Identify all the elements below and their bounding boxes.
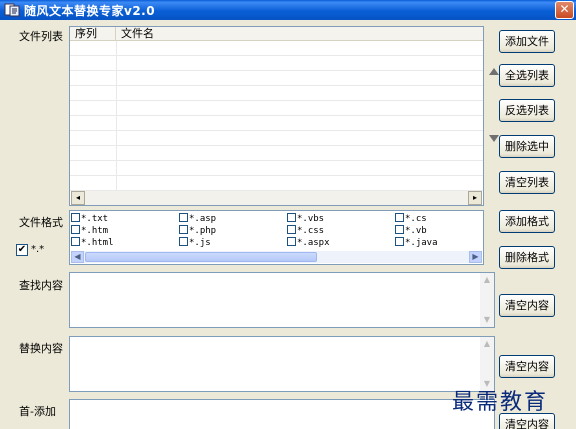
column-divider: [116, 41, 117, 191]
format-checkbox-css[interactable]: *.css: [287, 225, 324, 236]
format-checkbox-asp[interactable]: *.asp: [179, 213, 216, 224]
scroll-left-icon[interactable]: ◂: [71, 191, 85, 205]
format-checkbox-vbs[interactable]: *.vbs: [287, 213, 324, 224]
file-list[interactable]: 序列 文件名 ◂ ▸: [69, 26, 484, 206]
title-bar: 随风文本替换专家v2.0 ✕: [0, 0, 576, 20]
select-all-button[interactable]: 全选列表: [499, 64, 555, 87]
column-header-filename[interactable]: 文件名: [116, 27, 483, 41]
clear-list-button[interactable]: 清空列表: [499, 171, 555, 194]
find-textarea[interactable]: ▲ ▼: [69, 272, 495, 328]
checkbox-icon: [287, 237, 296, 246]
checkbox-icon: [179, 225, 188, 234]
clear-find-button[interactable]: 清空内容: [499, 294, 555, 317]
checkbox-icon: [71, 225, 80, 234]
find-scrollbar[interactable]: ▲ ▼: [480, 273, 494, 327]
format-checklist[interactable]: *.txt *.asp *.vbs *.cs *.htm *.php *.css…: [69, 210, 484, 265]
scroll-thumb[interactable]: [85, 252, 317, 262]
delete-format-button[interactable]: 删除格式: [499, 246, 555, 269]
invert-selection-button[interactable]: 反选列表: [499, 99, 555, 122]
add-file-button[interactable]: 添加文件: [499, 30, 555, 53]
file-format-label: 文件格式: [19, 216, 63, 229]
format-checkbox-java[interactable]: *.java: [395, 237, 438, 248]
checkmark-icon: ✔: [16, 244, 28, 256]
app-icon: [4, 3, 20, 17]
format-checkbox-vb[interactable]: *.vb: [395, 225, 427, 236]
list-rows: [70, 41, 483, 191]
scroll-left-icon[interactable]: ◀: [71, 251, 84, 263]
format-checkbox-php[interactable]: *.php: [179, 225, 216, 236]
checkbox-icon: [179, 213, 188, 222]
list-header: 序列 文件名: [70, 27, 483, 41]
scroll-up-icon[interactable]: ▲: [480, 273, 494, 287]
close-icon: ✕: [559, 2, 570, 16]
window-title: 随风文本替换专家v2.0: [24, 4, 156, 18]
column-header-index[interactable]: 序列: [70, 27, 116, 41]
format-checkbox-htm[interactable]: *.htm: [71, 225, 108, 236]
checkbox-icon: [287, 225, 296, 234]
scroll-up-icon[interactable]: ▲: [480, 337, 494, 351]
prepend-label: 首-添加: [19, 405, 56, 418]
scroll-down-icon[interactable]: ▼: [480, 313, 494, 327]
format-checkbox-js[interactable]: *.js: [179, 237, 211, 248]
prepend-textarea[interactable]: [69, 399, 495, 429]
scroll-right-icon[interactable]: ▸: [468, 191, 482, 205]
list-horizontal-scrollbar[interactable]: ◂ ▸: [71, 191, 482, 205]
move-down-icon[interactable]: [489, 135, 499, 142]
checkbox-icon: [395, 237, 404, 246]
replace-textarea[interactable]: ▲ ▼: [69, 336, 495, 392]
replace-label: 替换内容: [19, 342, 63, 355]
file-list-label: 文件列表: [19, 30, 63, 43]
delete-selected-button[interactable]: 删除选中: [499, 135, 555, 158]
watermark: 最需教育: [452, 390, 549, 415]
format-checkbox-aspx[interactable]: *.aspx: [287, 237, 330, 248]
move-up-icon[interactable]: [489, 68, 499, 75]
checkbox-icon: [395, 225, 404, 234]
format-horizontal-scrollbar[interactable]: ◀ ▶: [71, 251, 482, 263]
checkbox-icon: [179, 237, 188, 246]
format-checkbox-cs[interactable]: *.cs: [395, 213, 427, 224]
format-checkbox-html[interactable]: *.html: [71, 237, 114, 248]
find-label: 查找内容: [19, 279, 63, 292]
format-checkbox-txt[interactable]: *.txt: [71, 213, 108, 224]
scroll-right-icon[interactable]: ▶: [469, 251, 482, 263]
checkbox-icon: [71, 237, 80, 246]
clear-replace-button[interactable]: 清空内容: [499, 355, 555, 378]
checkbox-icon: [287, 213, 296, 222]
all-types-label: *.*: [31, 244, 45, 255]
add-format-button[interactable]: 添加格式: [499, 210, 555, 233]
checkbox-icon: [395, 213, 404, 222]
close-button[interactable]: ✕: [555, 1, 574, 19]
replace-scrollbar[interactable]: ▲ ▼: [480, 337, 494, 391]
checkbox-icon: [71, 213, 80, 222]
